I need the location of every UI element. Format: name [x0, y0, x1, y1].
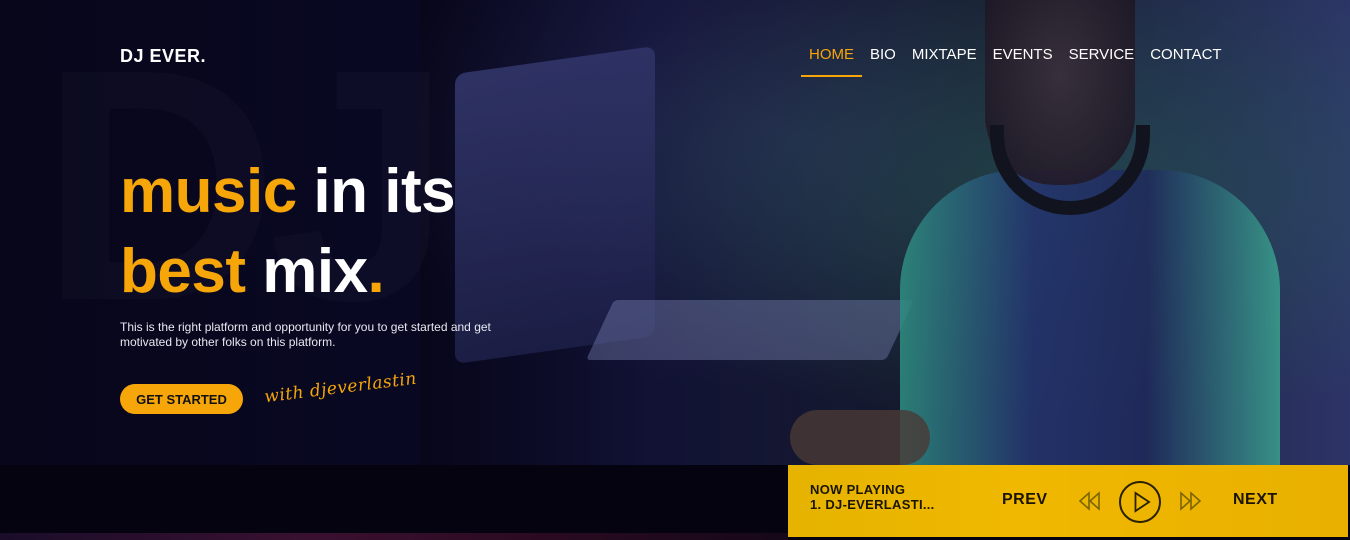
headline-accent-word-2: best	[120, 237, 246, 306]
prev-button[interactable]: PREV	[1002, 491, 1048, 509]
main-nav: HOME BIO MIXTAPE EVENTS SERVICE CONTACT	[801, 46, 1230, 77]
hero-section: DJ DJ EVER. HOME BIO MIXTAPE EVENTS SERV…	[0, 0, 1350, 465]
dj-stand-graphic	[586, 300, 914, 360]
hands-on-mixer	[790, 410, 930, 465]
next-button[interactable]: NEXT	[1233, 491, 1278, 509]
hero-description: This is the right platform and opportuni…	[120, 320, 491, 349]
headline-rest-1: in its	[296, 157, 456, 226]
headline-rest-2: mix	[245, 237, 368, 306]
music-player: NOW PLAYING 1. DJ-EVERLASTI... PREV NEXT	[788, 465, 1348, 537]
headline-line-1: music in its	[120, 152, 456, 232]
nav-home[interactable]: HOME	[801, 46, 862, 77]
headline-dot: .	[367, 237, 385, 306]
nav-contact[interactable]: CONTACT	[1142, 46, 1229, 77]
nav-service[interactable]: SERVICE	[1061, 46, 1143, 77]
play-icon[interactable]	[1119, 481, 1161, 523]
headline-line-2: best mix.	[120, 232, 455, 312]
hero-headline: music in its best mix.	[120, 152, 456, 312]
site-logo[interactable]: DJ EVER.	[120, 46, 206, 67]
bottom-strip	[0, 533, 788, 540]
nav-events[interactable]: EVENTS	[985, 46, 1061, 77]
signature-text: with djeverlastin	[263, 368, 418, 408]
rewind-icon[interactable]	[1078, 490, 1102, 512]
nav-bio[interactable]: BIO	[862, 46, 904, 77]
headline-accent-word-1: music	[120, 157, 297, 226]
dj-figure	[900, 170, 1280, 465]
fast-forward-icon[interactable]	[1178, 490, 1202, 512]
now-playing-label: NOW PLAYING	[810, 482, 906, 497]
get-started-button[interactable]: GET STARTED	[120, 384, 243, 414]
nav-mixtape[interactable]: MIXTAPE	[904, 46, 985, 77]
now-playing-track: 1. DJ-EVERLASTI...	[810, 497, 935, 512]
